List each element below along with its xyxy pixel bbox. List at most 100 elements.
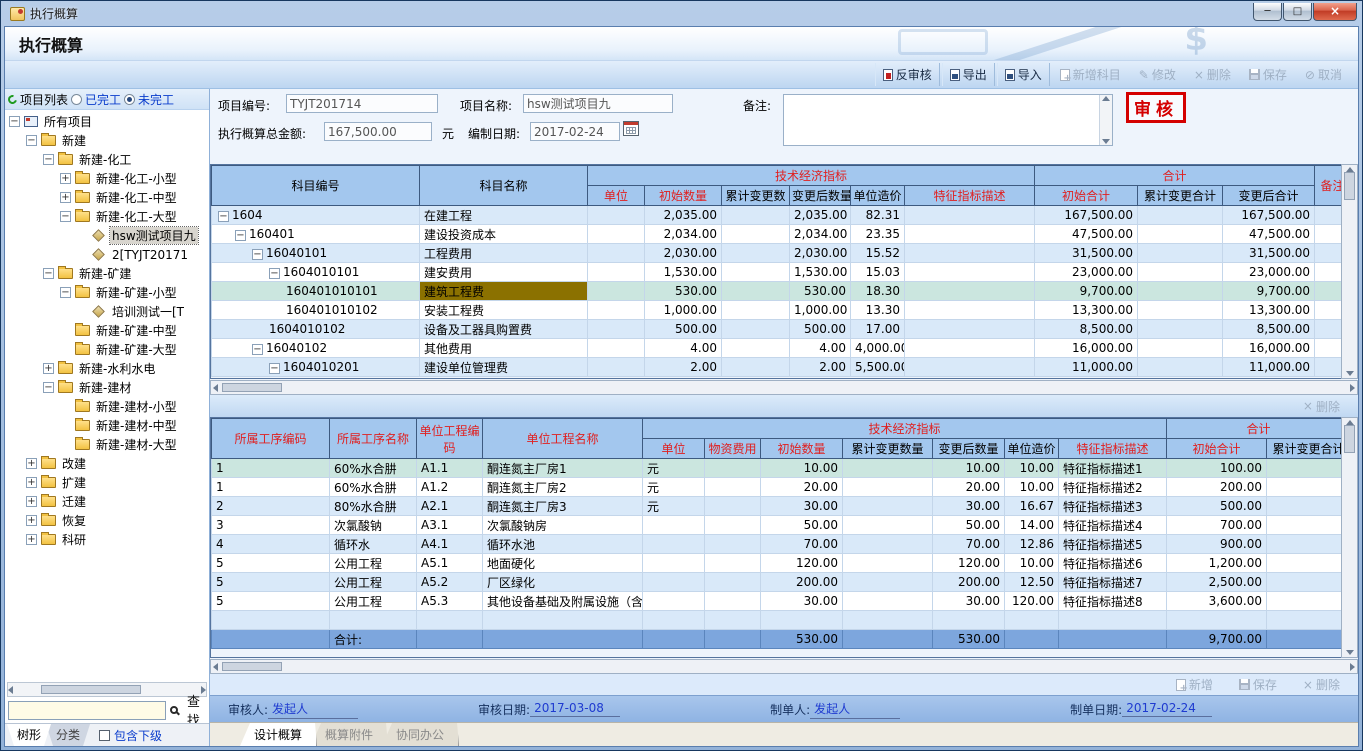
table-cell[interactable]: 1 xyxy=(212,459,330,478)
table-cell[interactable] xyxy=(705,478,761,497)
table-cell[interactable]: 设备及工器具购置费 xyxy=(420,320,588,339)
table-cell[interactable]: 建安费用 xyxy=(420,263,588,282)
column-header[interactable]: 备注 xyxy=(1315,166,1341,206)
table-cell[interactable]: 安装工程费 xyxy=(420,301,588,320)
minus-expander-icon[interactable]: − xyxy=(252,344,263,355)
scroll-down-icon[interactable] xyxy=(1346,650,1354,655)
table-cell[interactable]: 23,000.00 xyxy=(1035,263,1138,282)
scroll-thumb[interactable] xyxy=(222,662,282,671)
table-cell[interactable]: 10.00 xyxy=(933,459,1005,478)
minus-expander-icon[interactable]: − xyxy=(43,154,54,165)
tree-node[interactable]: 新建-矿建-中型 xyxy=(5,321,209,340)
tree-node-label[interactable]: 恢复 xyxy=(60,512,88,529)
plus-expander-icon[interactable]: + xyxy=(60,192,71,203)
scroll-left-icon[interactable] xyxy=(8,686,13,694)
tree-node-label[interactable]: 新建-水利水电 xyxy=(77,360,157,377)
subject-table-horizontal-scrollbar[interactable] xyxy=(210,380,1358,395)
table-cell[interactable]: 厂区绿化 xyxy=(483,573,643,592)
table-cell[interactable]: 酮连氮主厂房2 xyxy=(483,478,643,497)
scroll-up-icon[interactable] xyxy=(1102,96,1110,101)
column-header[interactable]: 单位 xyxy=(643,439,705,459)
table-cell[interactable] xyxy=(705,611,761,630)
import-button[interactable]: 导入 xyxy=(997,63,1050,86)
table-cell[interactable] xyxy=(722,339,790,358)
table-cell[interactable]: 2.00 xyxy=(790,358,851,377)
table-cell[interactable]: 其他费用 xyxy=(420,339,588,358)
tree-node-label[interactable]: 科研 xyxy=(60,531,88,548)
table-cell[interactable]: 2,034.00 xyxy=(790,225,851,244)
table-cell[interactable] xyxy=(905,282,1035,301)
table-cell[interactable] xyxy=(722,320,790,339)
table-cell[interactable] xyxy=(643,516,705,535)
include-sub-label[interactable]: 包含下级 xyxy=(114,727,162,744)
table-cell[interactable]: 元 xyxy=(643,459,705,478)
table-cell[interactable]: 47,500.00 xyxy=(1223,225,1315,244)
tree-node[interactable]: 新建-矿建-大型 xyxy=(5,340,209,359)
table-cell[interactable]: 元 xyxy=(643,478,705,497)
table-cell[interactable]: 11,000.00 xyxy=(1035,358,1138,377)
scroll-thumb[interactable] xyxy=(1344,425,1355,453)
table-cell[interactable]: 特征指标描述4 xyxy=(1059,516,1167,535)
table-cell[interactable] xyxy=(843,535,933,554)
table-cell[interactable]: 15.03 xyxy=(851,263,905,282)
table-cell[interactable]: 120.00 xyxy=(933,554,1005,573)
tab-collaboration[interactable]: 协同办公 xyxy=(382,723,459,746)
unaudit-button[interactable]: 反审核 xyxy=(875,63,940,86)
table-cell[interactable] xyxy=(705,535,761,554)
table-cell[interactable]: −1604 xyxy=(212,206,420,225)
tree-node-label[interactable]: 新建-矿建-中型 xyxy=(94,322,179,339)
table-cell[interactable]: 酮连氮主厂房3 xyxy=(483,497,643,516)
scroll-left-icon[interactable] xyxy=(213,384,218,392)
table-cell[interactable] xyxy=(1059,611,1167,630)
table-row[interactable]: 160%水合肼A1.2酮连氮主厂房2元20.0020.0010.00特征指标描述… xyxy=(212,478,1342,497)
table-cell[interactable]: 16,000.00 xyxy=(1223,339,1315,358)
table-cell[interactable] xyxy=(843,592,933,611)
table-cell[interactable] xyxy=(1315,358,1341,377)
column-header[interactable]: 累计变更数 xyxy=(722,186,790,206)
title-bar[interactable]: 执行概算 ─ □ × xyxy=(4,1,1359,26)
table-row[interactable]: 3次氯酸钠A3.1次氯酸钠房50.0050.0014.00特征指标描述4700.… xyxy=(212,516,1342,535)
table-cell[interactable]: 10.00 xyxy=(1005,478,1059,497)
table-cell[interactable]: 167,500.00 xyxy=(1223,206,1315,225)
table-cell[interactable] xyxy=(843,478,933,497)
table-cell[interactable]: 120.00 xyxy=(761,554,843,573)
refresh-icon[interactable] xyxy=(6,93,18,105)
table-row[interactable]: 160%水合肼A1.1酮连氮主厂房1元10.0010.0010.00特征指标描述… xyxy=(212,459,1342,478)
table-cell[interactable]: −1604010201 xyxy=(212,358,420,377)
tree-node[interactable]: −所有项目 xyxy=(5,112,209,131)
table-cell[interactable] xyxy=(1138,320,1223,339)
table-cell[interactable]: 17.00 xyxy=(851,320,905,339)
table-cell[interactable]: 1,200.00 xyxy=(1167,554,1267,573)
unit-table-horizontal-scrollbar[interactable] xyxy=(210,659,1358,674)
table-cell[interactable] xyxy=(1315,244,1341,263)
table-cell[interactable] xyxy=(905,206,1035,225)
table-cell[interactable]: 5 xyxy=(212,554,330,573)
tree-node-label[interactable]: hsw测试项目九 xyxy=(110,227,198,244)
table-cell[interactable] xyxy=(1138,301,1223,320)
calendar-icon[interactable] xyxy=(623,121,639,136)
table-cell[interactable] xyxy=(905,225,1035,244)
tree-node-label[interactable]: 新建-化工-小型 xyxy=(94,170,179,187)
table-cell[interactable] xyxy=(1267,516,1341,535)
table-cell[interactable] xyxy=(705,630,761,649)
table-cell[interactable]: 2,030.00 xyxy=(645,244,722,263)
tab-category-view[interactable]: 分类 xyxy=(46,724,90,746)
table-row[interactable]: −1604010101建安费用1,530.001,530.0015.0323,0… xyxy=(212,263,1342,282)
table-row[interactable]: 5公用工程A5.3其他设备基础及附属设施（含30.0030.00120.00特征… xyxy=(212,592,1342,611)
table-cell[interactable]: 工程费用 xyxy=(420,244,588,263)
table-cell[interactable]: 13,300.00 xyxy=(1035,301,1138,320)
remark-scrollbar[interactable] xyxy=(1099,95,1112,145)
table-row[interactable]: −16040101工程费用2,030.002,030.0015.5231,500… xyxy=(212,244,1342,263)
minus-expander-icon[interactable]: − xyxy=(235,230,246,241)
table-cell[interactable]: 10.00 xyxy=(1005,554,1059,573)
table-cell[interactable] xyxy=(330,611,417,630)
table-cell[interactable] xyxy=(1267,497,1341,516)
tab-tree-view[interactable]: 树形 xyxy=(7,724,51,746)
table-cell[interactable]: 50.00 xyxy=(933,516,1005,535)
table-cell[interactable]: 160401010102 xyxy=(212,301,420,320)
table-cell[interactable]: 20.00 xyxy=(933,478,1005,497)
table-cell[interactable]: 公用工程 xyxy=(330,573,417,592)
table-cell[interactable]: 特征指标描述7 xyxy=(1059,573,1167,592)
table-cell[interactable] xyxy=(905,263,1035,282)
table-cell[interactable]: 建设单位管理费 xyxy=(420,358,588,377)
